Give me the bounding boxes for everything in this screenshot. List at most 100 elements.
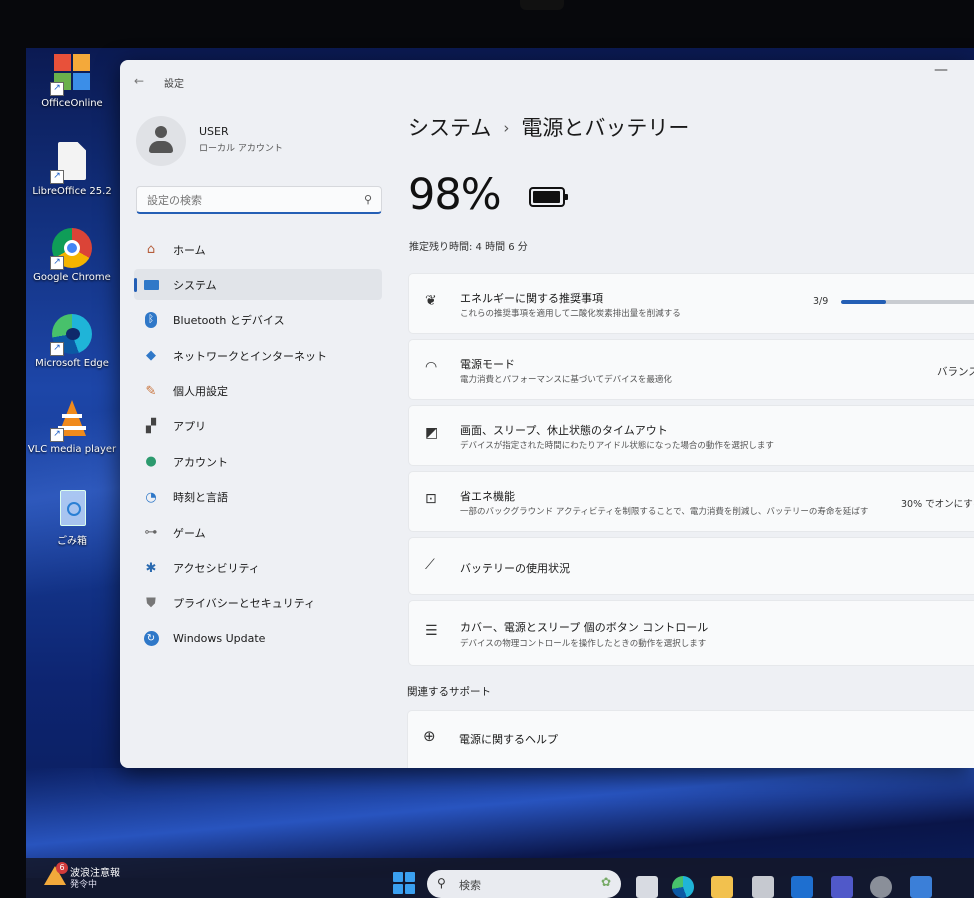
globe-icon: ⊕: [423, 727, 436, 745]
power-mode-card[interactable]: ◠ 電源モード 電力消費とパフォーマンスに基づいてデバイスを最適化 バランス: [408, 339, 974, 400]
battery-icon: [529, 187, 568, 207]
globe-clock-icon: ◔: [145, 489, 157, 505]
sidebar-item-accounts[interactable]: ● アカウント: [134, 446, 382, 477]
search-icon: ⚲: [437, 876, 446, 890]
taskbar-search[interactable]: ⚲ 検索 ✿: [427, 870, 621, 898]
back-button[interactable]: ←: [134, 74, 144, 88]
user-icon-body: [149, 141, 173, 153]
vlc-cone-icon: ↗: [50, 400, 92, 442]
sidebar-item-network[interactable]: ◆ ネットワークとインターネット: [134, 340, 382, 371]
desktop-icon-label: Microsoft Edge: [35, 358, 109, 369]
card-title: エネルギーに関する推奨事項: [460, 292, 603, 305]
desktop-icon-chrome[interactable]: ↗ Google Chrome: [26, 228, 118, 283]
screen-sleep-icon: ◩: [425, 425, 439, 441]
power-mode-dropdown[interactable]: バランス: [937, 364, 974, 379]
account-icon: ●: [145, 454, 157, 470]
minimize-button[interactable]: —: [934, 62, 948, 78]
breadcrumb-parent[interactable]: システム: [408, 116, 491, 140]
settings-window: ← 設定 — USER ローカル アカウント ⚲ ⌂ ホーム システム ᛒ Bl…: [120, 60, 974, 768]
desktop-icon-officeonline[interactable]: ↗ OfficeOnline: [26, 54, 118, 109]
related-support-heading: 関連するサポート: [407, 686, 491, 698]
energy-saver-setting[interactable]: 30% でオンにする: [901, 496, 974, 510]
sidebar-item-windows-update[interactable]: ↻ Windows Update: [134, 623, 382, 654]
card-title: 省エネ機能: [460, 490, 515, 503]
sidebar-item-privacy[interactable]: ⛊ プライバシーとセキュリティ: [134, 588, 382, 619]
progress-fill: [841, 300, 886, 304]
search-input[interactable]: [145, 187, 359, 213]
desktop-icon-libreoffice[interactable]: ↗ LibreOffice 25.2: [26, 142, 118, 197]
sidebar-item-system[interactable]: システム: [134, 269, 382, 301]
store-icon[interactable]: [752, 876, 774, 898]
battery-tip: [565, 194, 568, 200]
windows-logo-pane: [405, 884, 415, 894]
accessibility-icon: ✱: [145, 560, 157, 576]
settings-cards: ❦ エネルギーに関する推奨事項 これらの推奨事項を適用して二酸化炭素排出量を削減…: [408, 273, 974, 671]
chrome-icon: ↗: [50, 228, 92, 270]
title-bar: ← 設定 —: [120, 60, 974, 100]
desktop-icon-vlc[interactable]: ↗ VLC media player: [26, 400, 118, 455]
sidebar-item-label: アカウント: [173, 455, 228, 469]
teams-icon[interactable]: [831, 876, 853, 898]
sidebar-item-label: アプリ: [173, 420, 206, 434]
card-subtitle: これらの推奨事項を適用して二酸化炭素排出量を削減する: [460, 309, 681, 319]
sidebar-item-time-language[interactable]: ◔ 時刻と言語: [134, 482, 382, 513]
apps-icon: ▞: [146, 418, 156, 434]
list-icon: ☰: [425, 623, 438, 639]
card-subtitle: デバイスが指定された時間にわたりアイドル状態になった場合の動作を選択します: [460, 441, 774, 451]
sidebar-item-accessibility[interactable]: ✱ アクセシビリティ: [134, 553, 382, 584]
lid-power-buttons-card[interactable]: ☰ カバー、電源とスリープ 個のボタン コントロール デバイスの物理コントロール…: [408, 600, 974, 666]
task-view-icon[interactable]: [636, 876, 658, 898]
shield-icon: ⛊: [146, 595, 156, 611]
sidebar-item-personalization[interactable]: ✎ 個人用設定: [134, 376, 382, 407]
page-title: 電源とバッテリー: [521, 116, 690, 140]
avatar[interactable]: [136, 116, 186, 166]
progress-bar: [841, 300, 974, 304]
home-icon: ⌂: [146, 242, 156, 257]
start-button[interactable]: [393, 872, 415, 894]
screen-sleep-timeout-card[interactable]: ◩ 画面、スリープ、休止状態のタイムアウト デバイスが指定された時間にわたりアイ…: [408, 405, 974, 466]
desktop-icon-edge[interactable]: ↗ Microsoft Edge: [26, 314, 118, 369]
edge-icon: ↗: [50, 314, 92, 356]
weather-badge: 6: [56, 862, 68, 874]
battery-usage-card[interactable]: ⟋ バッテリーの使用状況: [408, 537, 974, 595]
sidebar-item-label: ホーム: [173, 243, 206, 257]
desktop-icon-label: VLC media player: [27, 444, 117, 455]
energy-recommendations-card[interactable]: ❦ エネルギーに関する推奨事項 これらの推奨事項を適用して二酸化炭素排出量を削減…: [408, 273, 974, 334]
edge-taskbar-icon[interactable]: [672, 876, 694, 898]
card-title: バッテリーの使用状況: [460, 562, 570, 575]
search-highlight-icon: ✿: [600, 875, 611, 889]
progress-text: 3/9: [813, 296, 829, 307]
power-help-card[interactable]: ⊕ 電源に関するヘルプ: [407, 710, 974, 768]
office-icon: ↗: [50, 54, 92, 96]
search-icon[interactable]: ⚲: [364, 193, 372, 206]
breadcrumb: システム › 電源とバッテリー: [408, 112, 689, 142]
recycle-bin-icon: [52, 488, 92, 528]
user-name: USER: [199, 125, 229, 138]
sidebar-item-bluetooth[interactable]: ᛒ Bluetooth とデバイス: [134, 305, 382, 336]
card-title: カバー、電源とスリープ 個のボタン コントロール: [460, 621, 709, 634]
card-title: 画面、スリープ、休止状態のタイムアウト: [460, 424, 668, 437]
energy-saver-card[interactable]: ⊡ 省エネ機能 一部のバックグラウンド アクティビティを制限することで、電力消費…: [408, 471, 974, 532]
brush-icon: ✎: [145, 383, 157, 399]
file-explorer-icon[interactable]: [711, 876, 733, 898]
sidebar-item-label: システム: [173, 278, 217, 292]
gauge-icon: ◠: [425, 359, 438, 375]
sidebar-item-gaming[interactable]: ⊶ ゲーム: [134, 517, 382, 548]
card-title: 電源モード: [460, 358, 515, 371]
desktop-icon-recycle-bin[interactable]: ごみ箱: [26, 488, 118, 547]
battery-percentage: 98%: [408, 170, 502, 220]
photos-icon[interactable]: [910, 876, 932, 898]
sidebar-item-label: プライバシーとセキュリティ: [173, 597, 316, 611]
sidebar-item-label: 時刻と言語: [173, 491, 228, 505]
power-help-label: 電源に関するヘルプ: [459, 733, 558, 746]
settings-taskbar-icon[interactable]: [870, 876, 892, 898]
outlook-icon[interactable]: [791, 876, 813, 898]
sidebar-item-label: アクセシビリティ: [173, 562, 260, 576]
sidebar-item-label: Bluetooth とデバイス: [173, 314, 285, 328]
desktop-icon-label: OfficeOnline: [41, 98, 103, 109]
user-icon: [155, 126, 167, 138]
settings-search[interactable]: ⚲: [136, 186, 382, 214]
sidebar-item-apps[interactable]: ▞ アプリ: [134, 411, 382, 442]
sidebar-item-home[interactable]: ⌂ ホーム: [134, 234, 382, 265]
card-subtitle: 電力消費とパフォーマンスに基づいてデバイスを最適化: [460, 375, 672, 385]
